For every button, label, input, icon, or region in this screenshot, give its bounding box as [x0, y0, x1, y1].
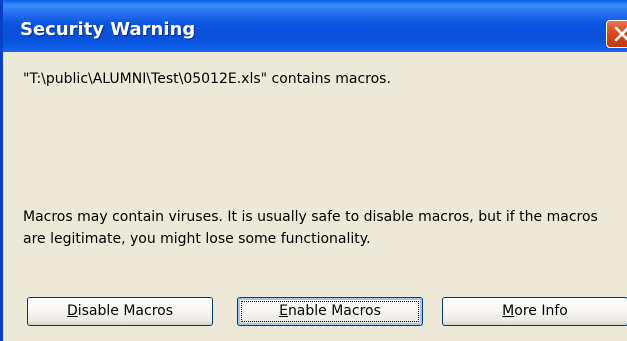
- more-info-accelerator: M: [502, 303, 515, 319]
- close-icon: [614, 26, 627, 42]
- enable-macros-accelerator: E: [279, 303, 288, 319]
- close-button[interactable]: [606, 20, 627, 48]
- disable-macros-label: isable Macros: [77, 303, 174, 319]
- more-info-label: ore Info: [514, 303, 568, 319]
- enable-macros-label: nable Macros: [287, 303, 381, 319]
- dialog-title: Security Warning: [20, 19, 196, 40]
- disable-macros-button[interactable]: Disable Macros: [27, 297, 213, 326]
- enable-macros-button[interactable]: Enable Macros: [237, 297, 423, 326]
- security-warning-dialog: Security Warning "T:\public\ALUMNI\Test\…: [0, 0, 627, 341]
- macro-warning-message: Macros may contain viruses. It is usuall…: [23, 209, 598, 247]
- macro-path-message: "T:\public\ALUMNI\Test\05012E.xls" conta…: [23, 71, 391, 87]
- more-info-button[interactable]: More Info: [442, 297, 627, 326]
- title-bar[interactable]: Security Warning: [3, 0, 627, 52]
- disable-macros-accelerator: D: [66, 303, 78, 319]
